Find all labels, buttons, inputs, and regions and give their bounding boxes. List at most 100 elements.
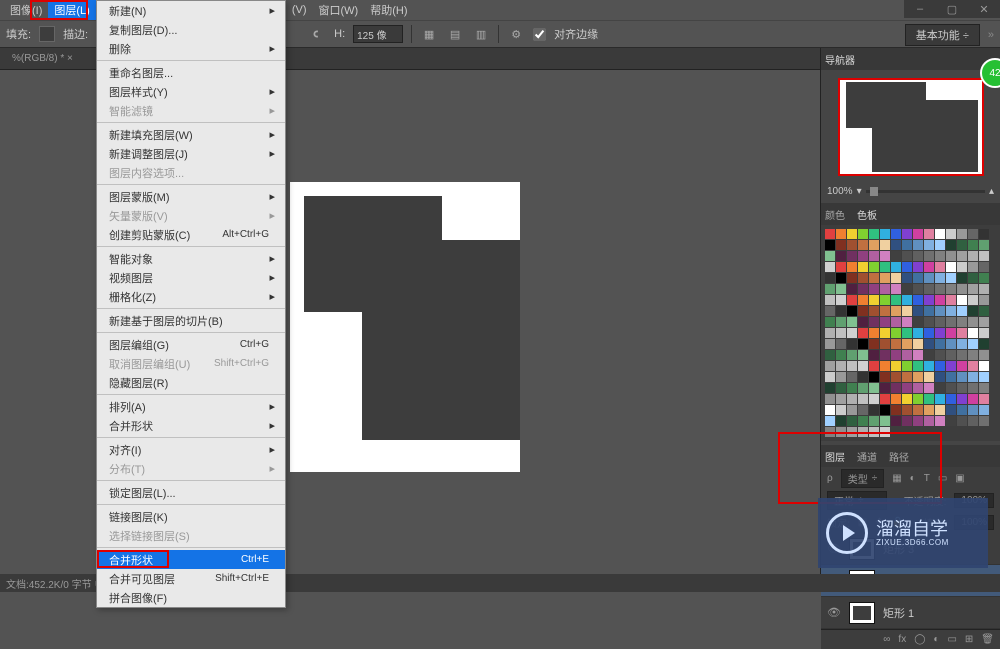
swatch[interactable] xyxy=(869,328,879,338)
swatch[interactable] xyxy=(880,317,890,327)
swatch[interactable] xyxy=(946,262,956,272)
swatch[interactable] xyxy=(891,306,901,316)
swatch[interactable] xyxy=(979,372,989,382)
zoom-slider[interactable] xyxy=(866,190,985,193)
swatch[interactable] xyxy=(891,372,901,382)
swatch[interactable] xyxy=(957,251,967,261)
double-arrow-icon[interactable]: » xyxy=(988,29,994,41)
filter-kind-icon[interactable]: ρ xyxy=(827,473,833,484)
swatch[interactable] xyxy=(902,339,912,349)
swatch[interactable] xyxy=(924,328,934,338)
swatch[interactable] xyxy=(924,229,934,239)
swatch[interactable] xyxy=(979,284,989,294)
swatch[interactable] xyxy=(847,273,857,283)
swatch[interactable] xyxy=(902,328,912,338)
swatch[interactable] xyxy=(902,405,912,415)
filter-smart-icon[interactable]: ▣ xyxy=(955,473,964,484)
swatch[interactable] xyxy=(891,251,901,261)
menu-image[interactable]: 图像(I) xyxy=(4,0,48,20)
swatch[interactable] xyxy=(979,306,989,316)
fill-adjust-icon[interactable]: ◐ xyxy=(933,634,939,645)
swatch[interactable] xyxy=(847,394,857,404)
swatch[interactable] xyxy=(913,240,923,250)
swatch[interactable] xyxy=(946,405,956,415)
swatch[interactable] xyxy=(836,317,846,327)
swatch[interactable] xyxy=(935,328,945,338)
swatch[interactable] xyxy=(858,328,868,338)
menu-item[interactable]: 重命名图层... xyxy=(97,63,285,82)
swatch[interactable] xyxy=(979,383,989,393)
menu-item[interactable]: 新建调整图层(J)▸ xyxy=(97,144,285,163)
swatch[interactable] xyxy=(869,229,879,239)
swatch[interactable] xyxy=(924,339,934,349)
swatch[interactable] xyxy=(946,306,956,316)
menu-item[interactable]: 智能对象▸ xyxy=(97,249,285,268)
swatch[interactable] xyxy=(869,284,879,294)
swatch[interactable] xyxy=(902,383,912,393)
swatch[interactable] xyxy=(891,229,901,239)
swatch[interactable] xyxy=(913,273,923,283)
swatch[interactable] xyxy=(847,240,857,250)
swatch[interactable] xyxy=(891,317,901,327)
swatch[interactable] xyxy=(847,427,857,437)
swatch[interactable] xyxy=(946,361,956,371)
swatch[interactable] xyxy=(913,372,923,382)
filter-adjust-icon[interactable]: ◐ xyxy=(910,473,916,484)
swatch[interactable] xyxy=(968,339,978,349)
swatch[interactable] xyxy=(946,416,956,426)
swatch[interactable] xyxy=(880,383,890,393)
menu-item[interactable]: 对齐(I)▸ xyxy=(97,440,285,459)
menu-item[interactable]: 合并形状Ctrl+E xyxy=(97,550,285,569)
swatch[interactable] xyxy=(825,251,835,261)
tab-paths[interactable]: 路径 xyxy=(889,449,909,464)
swatch[interactable] xyxy=(924,394,934,404)
swatch[interactable] xyxy=(880,251,890,261)
swatches-grid[interactable] xyxy=(821,225,1000,441)
menu-item[interactable]: 图层样式(Y)▸ xyxy=(97,82,285,101)
swatch[interactable] xyxy=(913,350,923,360)
swatch[interactable] xyxy=(847,339,857,349)
tab-navigator[interactable]: 导航器 xyxy=(825,52,855,67)
swatch[interactable] xyxy=(913,394,923,404)
swatch[interactable] xyxy=(957,262,967,272)
swatch[interactable] xyxy=(902,240,912,250)
tab-channels[interactable]: 通道 xyxy=(857,449,877,464)
swatch[interactable] xyxy=(902,262,912,272)
swatch[interactable] xyxy=(913,361,923,371)
swatch[interactable] xyxy=(891,339,901,349)
swatch[interactable] xyxy=(979,229,989,239)
swatch[interactable] xyxy=(913,383,923,393)
navigator-preview[interactable] xyxy=(821,70,1000,184)
menu-item[interactable]: 栅格化(Z)▸ xyxy=(97,287,285,306)
swatch[interactable] xyxy=(968,262,978,272)
swatch[interactable] xyxy=(847,361,857,371)
swatch[interactable] xyxy=(968,383,978,393)
swatch[interactable] xyxy=(902,372,912,382)
swatch[interactable] xyxy=(924,295,934,305)
swatch[interactable] xyxy=(836,284,846,294)
tab-swatches[interactable]: 色板 xyxy=(857,207,877,222)
swatch[interactable] xyxy=(825,427,835,437)
swatch[interactable] xyxy=(946,284,956,294)
swatch[interactable] xyxy=(924,262,934,272)
swatch[interactable] xyxy=(858,317,868,327)
gear-icon[interactable]: ⚙ xyxy=(507,25,525,43)
swatch[interactable] xyxy=(825,273,835,283)
align-center-icon[interactable]: ▤ xyxy=(446,25,464,43)
swatch[interactable] xyxy=(935,383,945,393)
swatch[interactable] xyxy=(968,317,978,327)
swatch[interactable] xyxy=(946,350,956,360)
menu-item[interactable]: 链接图层(K) xyxy=(97,507,285,526)
swatch[interactable] xyxy=(858,229,868,239)
swatch[interactable] xyxy=(946,273,956,283)
swatch[interactable] xyxy=(880,394,890,404)
filter-image-icon[interactable]: ▦ xyxy=(892,473,901,484)
swatch[interactable] xyxy=(935,405,945,415)
swatch[interactable] xyxy=(913,328,923,338)
swatch[interactable] xyxy=(913,339,923,349)
swatch[interactable] xyxy=(979,339,989,349)
swatch[interactable] xyxy=(968,284,978,294)
swatch[interactable] xyxy=(957,306,967,316)
fx-icon[interactable]: fx xyxy=(898,634,906,645)
swatch[interactable] xyxy=(847,317,857,327)
